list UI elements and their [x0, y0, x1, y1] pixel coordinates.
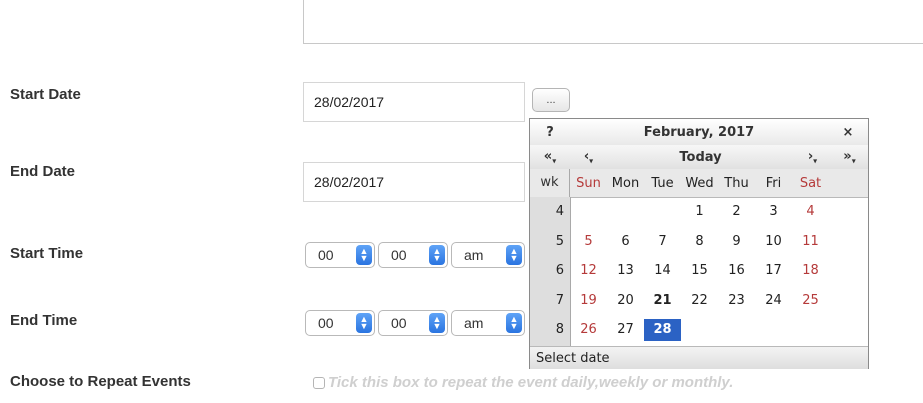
- calendar-day[interactable]: 16: [718, 263, 755, 278]
- today-button[interactable]: Today: [607, 150, 794, 165]
- week-number: 4: [555, 204, 564, 219]
- select-arrows-icon: ▲ ▼: [506, 245, 522, 265]
- repeat-label: Choose to Repeat Events: [10, 373, 191, 390]
- repeat-checkbox[interactable]: [313, 376, 325, 389]
- end-ampm-select[interactable]: am ▲ ▼: [451, 310, 525, 336]
- repeat-hint: Tick this box to repeat the event daily,…: [328, 374, 734, 391]
- prev-year-icon: «: [543, 148, 553, 164]
- weekday-header: wk Sun Mon Tue Wed Thu Fri Sat: [530, 169, 868, 198]
- end-minute-select[interactable]: 00 ▲ ▼: [378, 310, 448, 336]
- calendar-day[interactable]: 3: [755, 204, 792, 219]
- repeat-option: Tick this box to repeat the event daily,…: [313, 374, 733, 391]
- calendar-button[interactable]: ...: [532, 88, 570, 112]
- calendar-day[interactable]: 1: [681, 204, 718, 219]
- description-textarea[interactable]: [303, 0, 923, 44]
- select-arrows-icon: ▲ ▼: [429, 245, 445, 265]
- weekday-header-sun: Sun: [576, 175, 601, 191]
- calendar-title: February, 2017: [643, 124, 755, 140]
- end-hour-select[interactable]: 00 ▲ ▼: [305, 310, 375, 336]
- select-arrows-icon: ▲ ▼: [429, 313, 445, 333]
- start-ampm-select[interactable]: am ▲ ▼: [451, 242, 525, 268]
- calendar-day[interactable]: 25: [792, 293, 829, 308]
- calendar-nav-bar: «▾ ‹▾ Today ›▾ »▾: [530, 145, 868, 170]
- calendar-day[interactable]: 19: [570, 293, 607, 308]
- select-arrows-icon: ▲ ▼: [356, 313, 372, 333]
- prev-month-button[interactable]: ‹▾: [570, 149, 607, 166]
- week-number: 8: [555, 322, 564, 337]
- select-arrows-icon: ▲ ▼: [506, 313, 522, 333]
- calendar-day[interactable]: 2: [718, 204, 755, 219]
- end-date-input[interactable]: 28/02/2017: [303, 162, 525, 202]
- calendar-day[interactable]: 26: [570, 322, 607, 337]
- calendar-day[interactable]: 9: [718, 234, 755, 249]
- start-ampm-value: am: [464, 247, 484, 263]
- select-arrows-icon: ▲ ▼: [356, 245, 372, 265]
- calendar-day[interactable]: 4: [792, 204, 829, 219]
- weekday-header-tue: Tue: [651, 175, 674, 191]
- weekday-header-wed: Wed: [685, 175, 714, 191]
- week-number: 5: [555, 233, 564, 249]
- calendar-day[interactable]: 24: [755, 293, 792, 308]
- calendar-week-row: 5 5 6 7 8 9 10 11: [530, 227, 868, 256]
- week-number: 6: [555, 263, 564, 278]
- next-year-icon: »: [843, 148, 852, 164]
- calendar-day[interactable]: 20: [607, 293, 644, 308]
- calendar-day[interactable]: 18: [792, 263, 829, 278]
- start-time-label: Start Time: [10, 245, 84, 262]
- calendar-day[interactable]: 28: [644, 318, 681, 341]
- calendar-day[interactable]: 6: [607, 234, 644, 249]
- calendar-status: Select date: [530, 346, 868, 369]
- calendar-day[interactable]: 27: [607, 322, 644, 337]
- calendar-day[interactable]: 17: [755, 263, 792, 278]
- end-minute-value: 00: [391, 315, 407, 331]
- start-date-label: Start Date: [10, 86, 81, 103]
- start-minute-select[interactable]: 00 ▲ ▼: [378, 242, 448, 268]
- calendar-day[interactable]: 11: [792, 234, 829, 249]
- calendar-day[interactable]: 14: [644, 263, 681, 278]
- calendar-day[interactable]: 5: [570, 234, 607, 249]
- calendar-day[interactable]: 10: [755, 234, 792, 249]
- start-hour-value: 00: [318, 247, 334, 263]
- weekday-header-mon: Mon: [611, 175, 640, 191]
- calendar-week-row: 8 26 27 28: [530, 315, 868, 344]
- start-hour-select[interactable]: 00 ▲ ▼: [305, 242, 375, 268]
- weekday-header-thu: Thu: [724, 175, 749, 191]
- prev-year-button[interactable]: «▾: [530, 149, 570, 166]
- calendar-day[interactable]: 23: [718, 293, 755, 308]
- calendar-week-row: 41234: [530, 197, 868, 226]
- calendar-day[interactable]: 8: [681, 234, 718, 249]
- weekday-header-fri: Fri: [765, 175, 782, 191]
- end-hour-value: 00: [318, 315, 334, 331]
- end-date-label: End Date: [10, 163, 76, 180]
- calendar-week-row: 7 19 20 21 22 23 24 25: [530, 286, 868, 315]
- calendar-grid: 4 1 2 3 4 5 5 6 7 8 9 10 11 6 12 13 14 15 16 17 18 7 19 20 21 22 2…: [530, 197, 868, 346]
- calendar-day[interactable]: 22: [681, 293, 718, 308]
- weekday-header-sat: Sat: [799, 175, 822, 191]
- weekday-header-wk: wk: [530, 169, 570, 197]
- calendar-day[interactable]: 15: [681, 263, 718, 278]
- calendar-day[interactable]: 7: [644, 234, 681, 249]
- start-minute-value: 00: [391, 247, 407, 263]
- calendar-day[interactable]: 21: [644, 293, 681, 308]
- calendar-popup: ? February, 2017 × «▾ ‹▾ Today ›▾ »▾ wk S…: [529, 118, 869, 369]
- start-date-input[interactable]: 28/02/2017: [303, 82, 525, 122]
- next-month-button[interactable]: ›▾: [794, 149, 831, 166]
- next-year-button[interactable]: »▾: [831, 149, 868, 166]
- calendar-week-row: 6 12 13 14 15 16 17 18: [530, 256, 868, 285]
- week-number: 7: [555, 292, 564, 308]
- close-button[interactable]: ×: [828, 125, 868, 140]
- calendar-day[interactable]: 12: [570, 263, 607, 278]
- end-time-label: End Time: [10, 312, 78, 329]
- help-button[interactable]: ?: [530, 125, 570, 140]
- calendar-title-bar: ? February, 2017 ×: [530, 119, 868, 146]
- calendar-day[interactable]: 13: [607, 263, 644, 278]
- end-ampm-value: am: [464, 315, 484, 331]
